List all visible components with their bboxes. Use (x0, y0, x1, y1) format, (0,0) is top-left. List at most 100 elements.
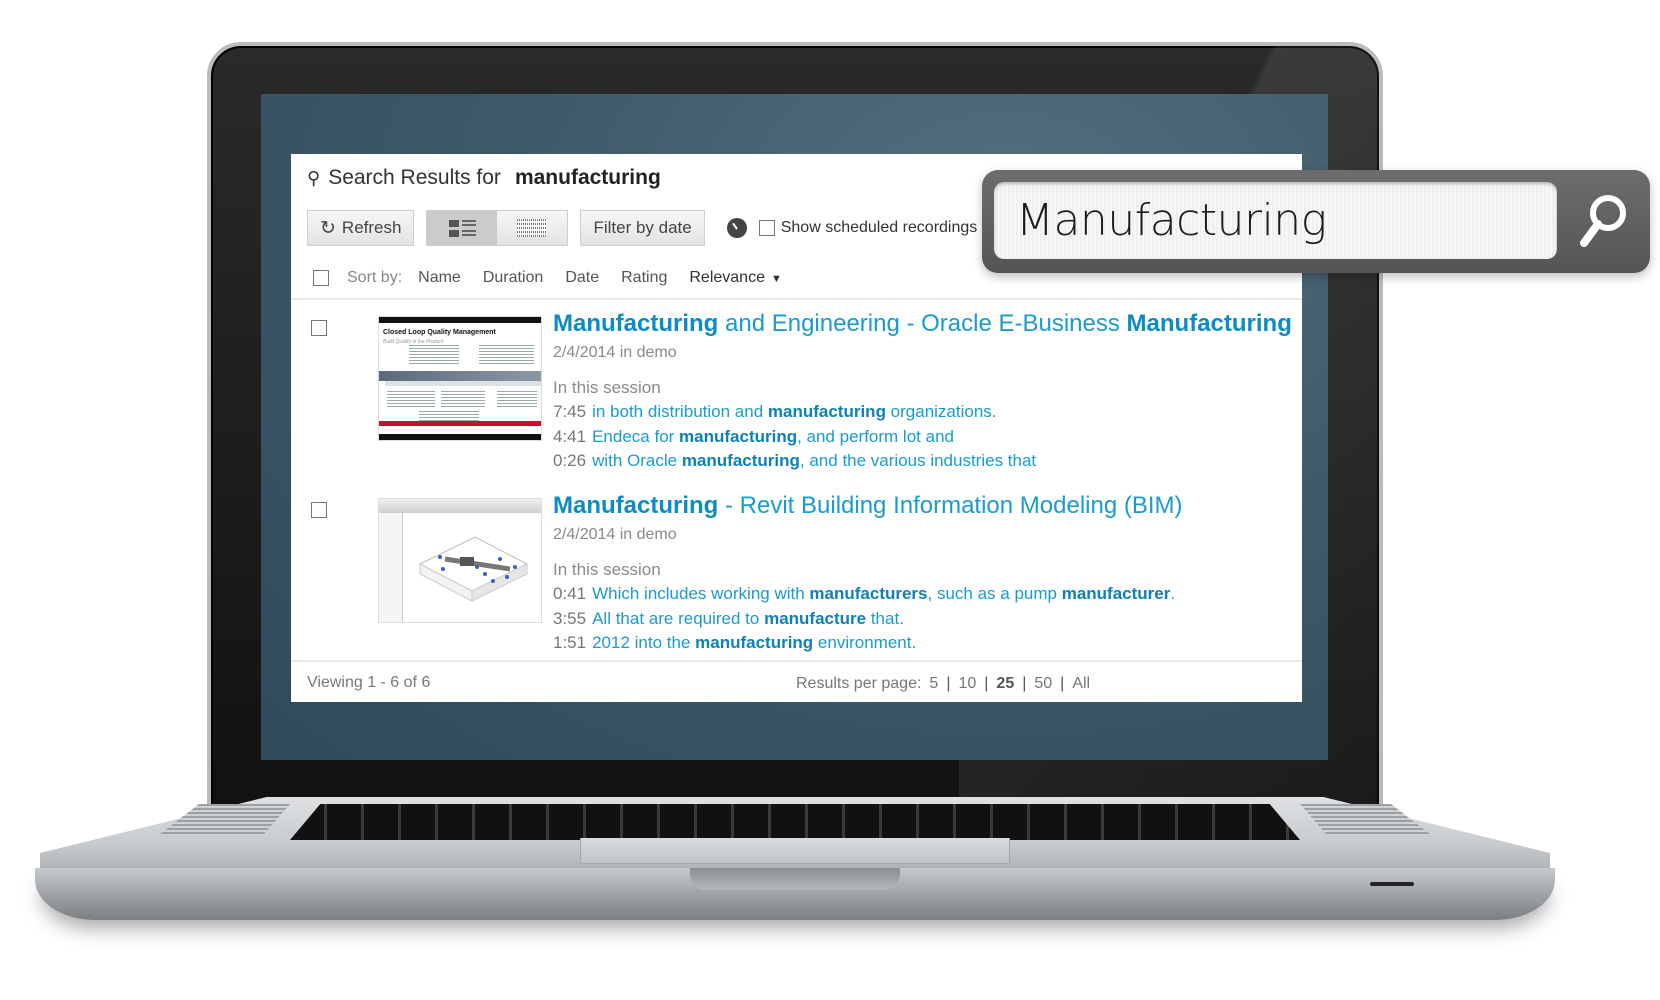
rpp-option-25[interactable]: 25 (996, 675, 1014, 693)
sort-relevance[interactable]: Relevance ▼ (689, 269, 782, 287)
sort-date[interactable]: Date (565, 269, 599, 287)
snippet-fragment: , and the various industries that (799, 451, 1037, 470)
snippet-text[interactable]: Which includes working with manufacturer… (592, 584, 1175, 603)
floating-search-bar: Manufacturing (982, 170, 1650, 273)
snippet-timestamp: 0:26 (553, 451, 587, 470)
grid-view-icon (517, 219, 548, 237)
keyword-highlight: manufacturers (809, 584, 928, 603)
snippet-list: 7:45 in both distribution and manufacturi… (553, 400, 1036, 474)
keyboard (290, 804, 1300, 840)
rpp-option-5[interactable]: 5 (929, 675, 938, 693)
snippet-fragment: , such as a pump (927, 584, 1062, 603)
title-part: Manufacturing (1126, 310, 1292, 337)
show-scheduled-label: Show scheduled recordings (780, 219, 978, 236)
title-prefix: Search Results for (328, 166, 501, 189)
grid-view-button[interactable] (497, 211, 568, 245)
sort-duration[interactable]: Duration (483, 269, 543, 287)
snippet-timestamp: 3:55 (553, 608, 587, 628)
result-title-link[interactable]: Manufacturing and Engineering - Oracle E… (553, 310, 1292, 338)
snippet-fragment: . (1170, 584, 1176, 603)
snippet-fragment: environment. (813, 633, 917, 652)
search-input[interactable]: Manufacturing (994, 182, 1557, 259)
bim-model-graphic (418, 536, 529, 602)
lid-notch (690, 868, 900, 890)
title-part: and Engineering - Oracle E-Business (718, 310, 1127, 337)
snippet-row[interactable]: 3:55 All that are required to manufacture… (553, 607, 1175, 632)
snippet-text[interactable]: All that are required to manufacture tha… (592, 609, 904, 628)
title-part: Manufacturing (553, 492, 719, 519)
snippet-text[interactable]: with Oracle manufacturing, and the vario… (592, 451, 1036, 470)
result-item: Closed Loop Quality Management Build Qua… (291, 300, 1302, 482)
rpp-option-all[interactable]: All (1072, 675, 1090, 693)
snippet-row[interactable]: 0:41 Which includes working with manufact… (553, 582, 1175, 607)
sort-name[interactable]: Name (418, 269, 461, 287)
sort-label: Sort by: (347, 269, 403, 286)
rpp-separator: | (946, 675, 951, 692)
rpp-separator: | (1022, 675, 1027, 692)
keyword-highlight: manufacturing (679, 426, 798, 446)
refresh-label: Refresh (341, 218, 402, 237)
search-button[interactable] (1567, 184, 1641, 258)
trackpad (580, 838, 1010, 864)
refresh-icon: ↻ (320, 217, 336, 239)
snippet-fragment: All that are required to (592, 608, 765, 628)
title-part: - Revit Building Information Modeling (B… (718, 492, 1183, 519)
keyword-highlight: manufacturing (681, 451, 800, 470)
snippet-row[interactable]: 7:45 in both distribution and manufacturi… (553, 400, 1036, 425)
filter-label: Filter by date (593, 218, 692, 237)
select-all-checkbox[interactable] (313, 270, 329, 286)
snippet-timestamp: 7:45 (553, 402, 587, 421)
snippet-fragment: in both distribution and (592, 402, 768, 421)
snippet-fragment: , and perform lot and (797, 426, 954, 446)
result-meta: 2/4/2014 in demo (553, 344, 677, 361)
snippet-fragment: with Oracle (592, 451, 682, 470)
result-thumbnail[interactable] (378, 498, 542, 623)
snippet-text[interactable]: Endeca for manufacturing, and perform lo… (592, 427, 954, 446)
viewing-count: Viewing 1 - 6 of 6 (307, 674, 431, 691)
page-title: ⚲ Search Results for manufacturing (307, 166, 661, 190)
result-checkbox[interactable] (311, 502, 327, 518)
rpp-separator: | (984, 675, 989, 692)
title-part: Manufacturing (553, 310, 719, 337)
view-toggle (426, 210, 569, 246)
session-label: In this session (553, 378, 661, 397)
sort-relevance-label: Relevance (689, 269, 765, 286)
result-thumbnail[interactable]: Closed Loop Quality Management Build Qua… (378, 316, 542, 441)
search-icon: ⚲ (307, 167, 321, 188)
clock-icon (726, 218, 747, 238)
snippet-text[interactable]: in both distribution and manufacturing o… (592, 402, 996, 421)
show-scheduled-checkbox[interactable] (758, 220, 775, 236)
filter-by-date-button[interactable]: Filter by date (580, 210, 705, 246)
snippet-fragment: that. (866, 608, 904, 628)
search-icon (1580, 195, 1626, 247)
snippet-fragment: Endeca for (592, 426, 680, 446)
sort-rating[interactable]: Rating (621, 269, 667, 287)
keyword-highlight: manufacturing (695, 633, 814, 652)
snippet-row[interactable]: 4:41 Endeca for manufacturing, and perfor… (553, 425, 1036, 450)
title-query: manufacturing (514, 166, 661, 189)
results-per-page: Results per page: 5 | 10 | 25 | 50 | All (796, 675, 1090, 693)
result-title-link[interactable]: Manufacturing - Revit Building Informati… (553, 492, 1183, 520)
keyword-highlight: manufacturing (767, 402, 886, 421)
caret-down-icon: ▼ (770, 273, 782, 285)
show-scheduled-toggle[interactable]: Show scheduled recordings (758, 219, 978, 237)
rpp-label: Results per page: (796, 675, 922, 692)
snippet-row[interactable]: 0:26 with Oracle manufacturing, and the v… (553, 449, 1036, 474)
result-checkbox[interactable] (311, 320, 327, 336)
results-footer: Viewing 1 - 6 of 6 Results per page: 5 | 1… (291, 660, 1302, 702)
result-item: Manufacturing - Revit Building Informati… (291, 482, 1302, 660)
rpp-option-10[interactable]: 10 (958, 675, 976, 693)
snippet-row[interactable]: 1:51 2012 into the manufacturing environm… (553, 631, 1175, 656)
refresh-button[interactable]: ↻ Refresh (307, 210, 415, 246)
status-led (1370, 882, 1414, 886)
thumbnail-title: Closed Loop Quality Management (383, 329, 496, 336)
snippet-text[interactable]: 2012 into the manufacturing environment. (592, 633, 916, 652)
snippet-fragment: 2012 into the (592, 633, 696, 652)
session-label: In this session (553, 560, 661, 579)
list-view-button[interactable] (427, 211, 498, 245)
rpp-option-50[interactable]: 50 (1034, 675, 1052, 693)
keyword-highlight: manufacture (764, 608, 867, 628)
snippet-timestamp: 0:41 (553, 584, 587, 603)
snippet-timestamp: 4:41 (553, 426, 587, 446)
toolbar: ↻ Refresh Filter by date Show scheduled … (307, 210, 977, 246)
